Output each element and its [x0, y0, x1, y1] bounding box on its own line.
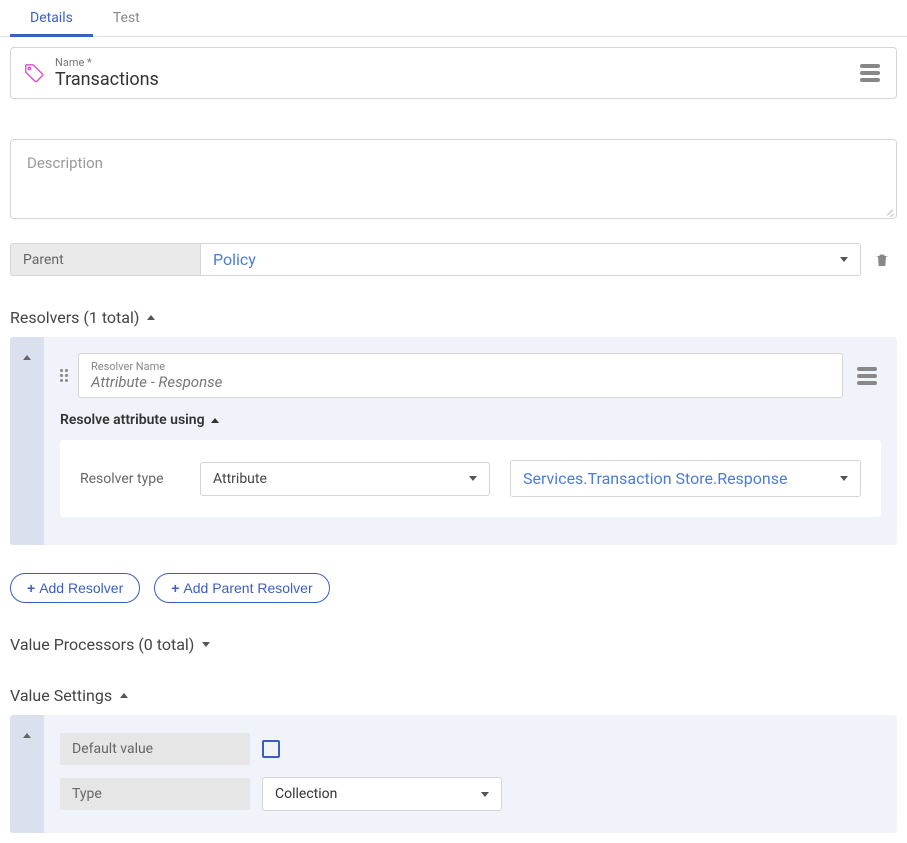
caret-up-icon	[23, 355, 31, 360]
default-value-label: Default value	[60, 733, 250, 765]
resolver-target-select[interactable]: Services.Transaction Store.Response	[510, 460, 861, 497]
resolver-menu-icon[interactable]	[853, 363, 881, 389]
name-label: Name *	[55, 56, 846, 69]
tab-bar: Details Test	[0, 0, 907, 37]
caret-down-icon	[840, 476, 848, 481]
resolver-type-select[interactable]: Attribute	[200, 462, 490, 496]
delete-parent-button[interactable]	[867, 243, 897, 276]
resize-handle-icon[interactable]	[884, 206, 894, 216]
panel-collapse-gutter[interactable]	[10, 715, 44, 833]
plus-icon: +	[171, 580, 179, 596]
add-parent-resolver-button[interactable]: + Add Parent Resolver	[154, 573, 329, 603]
value-settings-header[interactable]: Value Settings	[10, 686, 897, 705]
resolve-using-header[interactable]: Resolve attribute using	[60, 412, 881, 428]
parent-value: Policy	[213, 250, 256, 269]
name-value: Transactions	[55, 69, 846, 90]
value-settings-text: Value Settings	[10, 686, 112, 705]
name-field[interactable]: Name * Transactions	[55, 56, 846, 90]
resolver-type-panel: Resolver type Attribute Services.Transac…	[60, 440, 881, 517]
resolve-using-text: Resolve attribute using	[60, 412, 205, 428]
add-resolver-label: Add Resolver	[39, 580, 123, 596]
resolver-buttons-row: + Add Resolver + Add Parent Resolver	[10, 573, 897, 603]
tab-test[interactable]: Test	[93, 0, 160, 36]
caret-down-icon	[481, 792, 489, 797]
tag-icon	[23, 62, 45, 84]
resolvers-header[interactable]: Resolvers (1 total)	[10, 308, 897, 327]
caret-down-icon	[202, 642, 210, 647]
caret-up-icon	[23, 733, 31, 738]
caret-up-icon	[211, 418, 219, 423]
panel-collapse-gutter[interactable]	[10, 337, 44, 545]
default-value-checkbox[interactable]	[262, 740, 280, 758]
parent-row: Parent Policy	[10, 243, 897, 276]
drag-handle-icon[interactable]	[60, 369, 68, 382]
resolver-type-value: Attribute	[213, 471, 267, 487]
value-processors-text: Value Processors (0 total)	[10, 635, 194, 654]
type-row: Type Collection	[60, 777, 881, 811]
description-field[interactable]: Description	[10, 139, 897, 219]
resolver-name-value: Attribute - Response	[91, 373, 830, 391]
parent-select[interactable]: Policy	[200, 243, 861, 276]
resolver-panel: Resolver Name Attribute - Response Resol…	[10, 337, 897, 545]
value-processors-header[interactable]: Value Processors (0 total)	[10, 635, 897, 654]
type-label: Type	[60, 778, 250, 810]
default-value-row: Default value	[60, 733, 881, 765]
resolver-type-label: Resolver type	[80, 471, 180, 487]
type-value: Collection	[275, 786, 337, 802]
hamburger-menu-icon[interactable]	[856, 60, 884, 86]
plus-icon: +	[27, 580, 35, 596]
resolver-name-label: Resolver Name	[91, 360, 830, 373]
caret-down-icon	[840, 257, 848, 262]
resolver-name-field[interactable]: Resolver Name Attribute - Response	[78, 353, 843, 398]
type-select[interactable]: Collection	[262, 777, 502, 811]
caret-down-icon	[469, 476, 477, 481]
add-parent-resolver-label: Add Parent Resolver	[183, 580, 312, 596]
resolvers-header-text: Resolvers (1 total)	[10, 308, 139, 327]
description-placeholder: Description	[27, 154, 880, 172]
resolver-target-value: Services.Transaction Store.Response	[523, 469, 788, 488]
trash-icon	[874, 252, 890, 268]
tab-details[interactable]: Details	[10, 0, 93, 36]
caret-up-icon	[147, 315, 155, 320]
add-resolver-button[interactable]: + Add Resolver	[10, 573, 140, 603]
name-panel: Name * Transactions	[10, 47, 897, 99]
value-settings-panel: Default value Type Collection	[10, 715, 897, 833]
parent-label: Parent	[10, 243, 200, 276]
caret-up-icon	[120, 693, 128, 698]
